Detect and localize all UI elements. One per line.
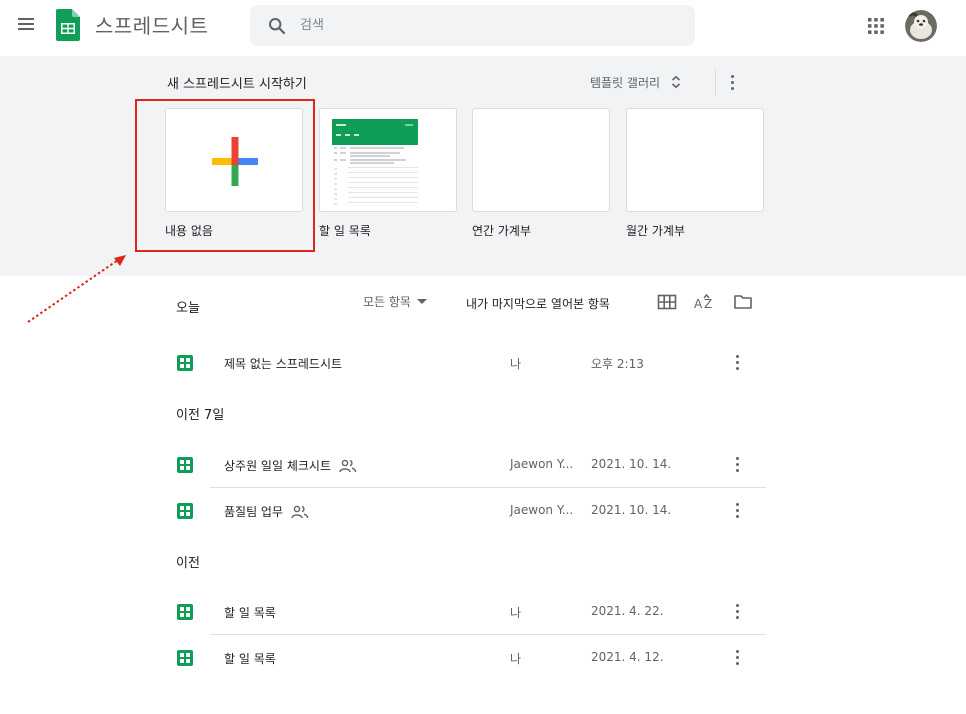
file-row[interactable]: 제목 없는 스프레드시트 나 오후 2:13 — [160, 340, 766, 386]
template-blank[interactable]: 내용 없음 — [165, 108, 303, 239]
file-name: 제목 없는 스프레드시트 — [224, 357, 343, 371]
grid-view-icon[interactable] — [657, 293, 677, 311]
file-more-options-icon[interactable] — [735, 457, 741, 475]
folder-icon[interactable] — [733, 293, 753, 311]
main-menu-icon[interactable] — [16, 15, 36, 35]
file-date: 오후 2:13 — [591, 357, 644, 371]
file-owner: 나 — [510, 652, 522, 666]
expand-collapse-icon — [672, 75, 681, 89]
template-label: 할 일 목록 — [319, 224, 371, 238]
file-date: 2021. 4. 12. — [591, 650, 664, 664]
shared-people-icon — [339, 459, 357, 472]
shared-people-icon — [291, 505, 309, 518]
template-monthly-budget-thumbnail[interactable] — [626, 108, 764, 212]
svg-text:A: A — [694, 297, 703, 311]
section-label-last-7-days: 이전 7일 — [176, 408, 225, 423]
file-name: 상주원 일일 체크시트 — [224, 457, 357, 474]
gallery-title: 새 스프레드시트 시작하기 — [167, 77, 307, 92]
gallery-divider — [715, 68, 716, 96]
file-name: 품질팀 업무 — [224, 503, 309, 520]
file-name: 할 일 목록 — [224, 606, 276, 620]
file-date: 2021. 4. 22. — [591, 604, 664, 618]
template-gallery: 새 스프레드시트 시작하기 템플릿 갤러리 내용 없음 할 일 목록 연간 가계… — [0, 56, 966, 276]
search-input[interactable] — [300, 5, 680, 46]
file-row[interactable]: 할 일 목록 나 2021. 4. 22. — [160, 589, 766, 635]
file-owner: 나 — [510, 357, 522, 371]
template-gallery-label: 템플릿 갤러리 — [590, 75, 661, 90]
template-gallery-toggle[interactable]: 템플릿 갤러리 — [590, 70, 682, 94]
sheets-file-icon — [177, 604, 193, 620]
account-avatar[interactable] — [905, 10, 937, 42]
template-todo-thumbnail[interactable] — [319, 108, 457, 212]
template-label: 월간 가계부 — [626, 224, 686, 238]
apps-grid-icon[interactable] — [867, 17, 885, 35]
file-row[interactable]: 품질팀 업무 Jaewon Y... 2021. 10. 14. — [160, 488, 766, 534]
sort-az-icon[interactable]: A Z — [694, 293, 714, 311]
template-monthly-budget[interactable]: 월간 가계부 — [626, 108, 764, 239]
file-date: 2021. 10. 14. — [591, 457, 672, 471]
sheets-file-icon — [177, 457, 193, 473]
gallery-more-options-icon[interactable] — [730, 71, 742, 93]
sort-option[interactable]: 내가 마지막으로 열어본 항목 — [466, 295, 610, 312]
sheets-logo-icon[interactable] — [56, 9, 80, 41]
template-label: 연간 가계부 — [472, 224, 532, 238]
file-date: 2021. 10. 14. — [591, 503, 672, 517]
file-more-options-icon[interactable] — [735, 650, 741, 668]
sheets-file-icon — [177, 503, 193, 519]
section-label-earlier: 이전 — [176, 556, 200, 571]
file-owner: Jaewon Y... — [510, 503, 574, 517]
file-more-options-icon[interactable] — [735, 604, 741, 622]
file-name: 할 일 목록 — [224, 652, 276, 666]
template-blank-thumbnail[interactable] — [165, 108, 303, 212]
sheets-file-icon — [177, 650, 193, 666]
file-row[interactable]: 할 일 목록 나 2021. 4. 12. — [160, 635, 766, 681]
todo-preview-image — [332, 119, 418, 205]
file-row[interactable]: 상주원 일일 체크시트 Jaewon Y... 2021. 10. 14. — [160, 442, 766, 488]
app-title[interactable]: 스프레드시트 — [95, 10, 208, 39]
template-annual-budget-thumbnail[interactable] — [472, 108, 610, 212]
sheets-file-icon — [177, 355, 193, 371]
file-owner: 나 — [510, 606, 522, 620]
template-label: 내용 없음 — [165, 224, 213, 238]
owner-filter-label: 모든 항목 — [363, 295, 411, 309]
search-bar[interactable] — [250, 5, 695, 46]
file-more-options-icon[interactable] — [735, 355, 741, 373]
section-label-today: 오늘 — [176, 301, 200, 316]
plus-icon — [212, 137, 258, 186]
file-owner: Jaewon Y... — [510, 457, 574, 471]
app-header: 스프레드시트 — [0, 0, 966, 52]
template-todo[interactable]: 할 일 목록 — [319, 108, 457, 239]
owner-filter-dropdown[interactable]: 모든 항목 — [363, 293, 427, 310]
template-annual-budget[interactable]: 연간 가계부 — [472, 108, 610, 239]
caret-down-icon — [416, 298, 427, 304]
search-icon[interactable] — [268, 17, 286, 35]
file-more-options-icon[interactable] — [735, 503, 741, 521]
svg-text:Z: Z — [704, 297, 712, 311]
